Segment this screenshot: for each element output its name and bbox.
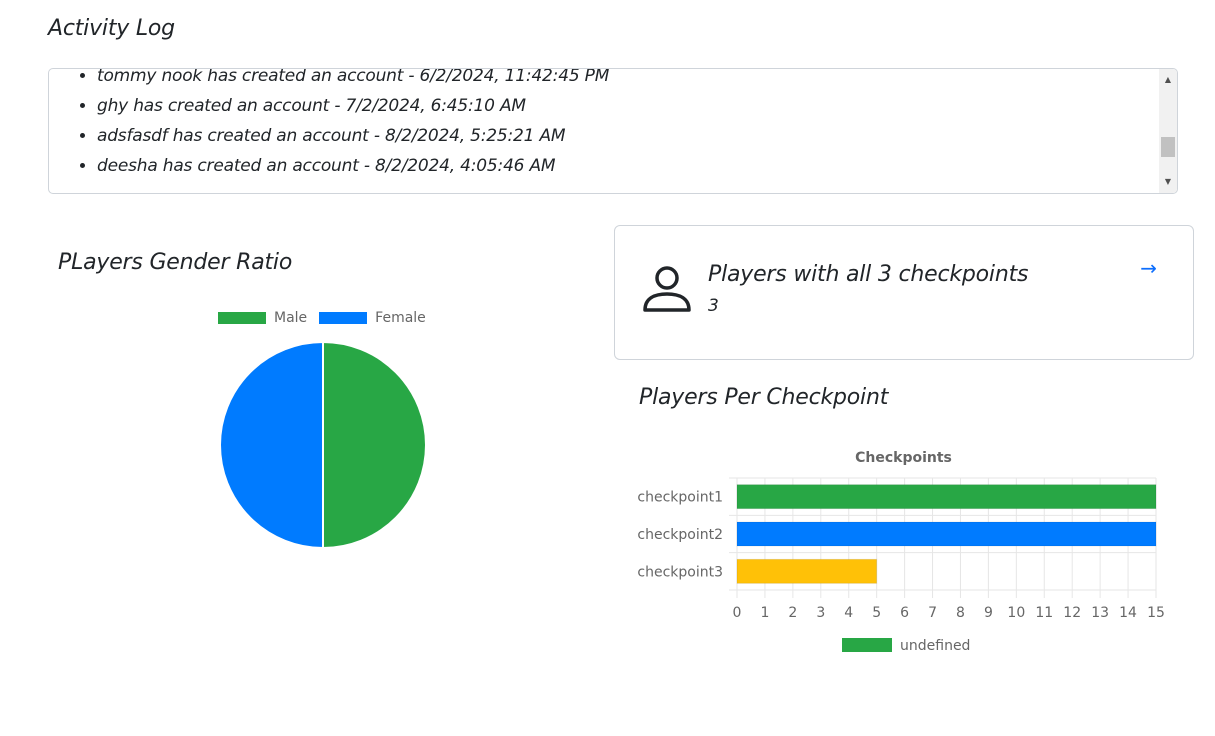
legend-label-female: Female (375, 310, 426, 326)
scroll-thumb[interactable] (1161, 137, 1175, 157)
legend-label-male: Male (274, 310, 308, 326)
activity-log-title: Activity Log (48, 16, 175, 41)
pie-slice-female[interactable] (219, 340, 324, 550)
x-tick-label: 1 (760, 605, 769, 621)
activity-log-list: tommy nook has created an account - 6/2/… (49, 69, 1157, 181)
x-tick-label: 11 (1035, 605, 1053, 621)
x-tick-label: 6 (900, 605, 909, 621)
stat-card-label: Players with all 3 checkpoints (708, 262, 1029, 287)
bar-checkpoint1[interactable] (736, 484, 1157, 510)
gender-ratio-title: PLayers Gender Ratio (58, 250, 293, 275)
x-tick-label: 0 (733, 605, 742, 621)
activity-log-item: adsfasdf has created an account - 8/2/20… (97, 121, 1157, 151)
checkpoints-stat-card[interactable]: Players with all 3 checkpoints 3 → (614, 225, 1194, 360)
legend-swatch-female (319, 312, 368, 324)
bar-legend-label: undefined (900, 638, 970, 654)
bar-chart-title: Checkpoints (855, 450, 952, 466)
activity-log-item: deesha has created an account - 8/2/2024… (97, 151, 1157, 181)
arrow-right-icon[interactable]: → (1140, 256, 1157, 280)
stat-card-value: 3 (708, 296, 719, 316)
x-tick-label: 2 (788, 605, 797, 621)
x-tick-label: 12 (1063, 605, 1081, 621)
bar-legend-swatch[interactable] (842, 638, 892, 652)
bar-checkpoint2[interactable] (736, 521, 1157, 547)
x-tick-label: 3 (816, 605, 825, 621)
user-icon (643, 266, 691, 312)
activity-log-item: tommy nook has created an account - 6/2/… (97, 69, 1157, 91)
checkpoints-bar-chart: Checkpoints0 1 2 3 4 5 6 7 8 9 10 11 12 13 14 15checkpo… (637, 450, 1165, 654)
x-tick-label: 8 (956, 605, 965, 621)
activity-log-panel[interactable]: tommy nook has created an account - 6/2/… (48, 68, 1178, 194)
gender-pie-chart (219, 340, 427, 550)
x-tick-label: 9 (984, 605, 993, 621)
scroll-down-arrow-icon[interactable]: ▼ (1159, 173, 1177, 191)
y-tick-label: checkpoint1 (637, 490, 723, 506)
y-tick-label: checkpoint3 (637, 564, 723, 580)
x-tick-label: 7 (928, 605, 937, 621)
x-tick-label: 10 (1007, 605, 1025, 621)
players-per-checkpoint-title: Players Per Checkpoint (639, 385, 889, 410)
pie-slice-male[interactable] (322, 340, 427, 550)
x-tick-label: 15 (1147, 605, 1165, 621)
x-tick-label: 13 (1091, 605, 1109, 621)
x-tick-label: 14 (1119, 605, 1137, 621)
bar-checkpoint3[interactable] (736, 558, 878, 584)
legend-swatch-male (218, 312, 266, 324)
x-tick-label: 4 (844, 605, 853, 621)
scroll-up-arrow-icon[interactable]: ▲ (1159, 71, 1177, 89)
gender-chart-legend: Male Female (218, 310, 430, 326)
activity-log-item: ghy has created an account - 7/2/2024, 6… (97, 91, 1157, 121)
x-tick-label: 5 (872, 605, 881, 621)
legend-item-female[interactable]: Female (319, 310, 426, 326)
activity-log-scrollbar[interactable]: ▲ ▼ (1159, 69, 1177, 193)
legend-item-male[interactable]: Male (218, 310, 307, 326)
y-tick-label: checkpoint2 (637, 527, 723, 543)
